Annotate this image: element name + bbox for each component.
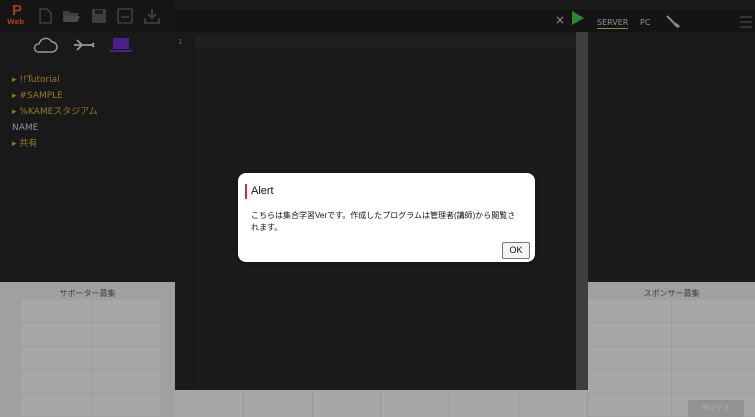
alert-dialog: Alert こちらは集合学習Verです。作成したプログラムは管理者(講師)から閲… bbox=[238, 173, 535, 262]
dialog-title: Alert bbox=[251, 185, 274, 197]
ok-button[interactable]: OK bbox=[502, 242, 530, 259]
dialog-message: こちらは集合学習Verです。作成したプログラムは管理者(講師)から閲覧されます。 bbox=[251, 211, 516, 232]
dialog-accent-bar bbox=[245, 184, 247, 199]
